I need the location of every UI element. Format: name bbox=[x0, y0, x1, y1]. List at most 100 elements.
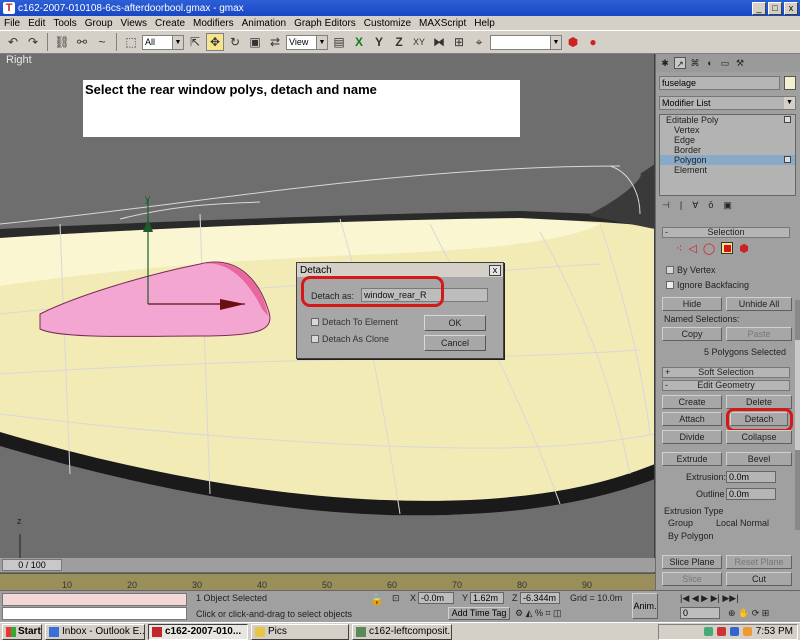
select-object-icon[interactable]: ⇱ bbox=[186, 33, 204, 51]
menu-graph-editors[interactable]: Graph Editors bbox=[290, 18, 360, 29]
unhide-all-button[interactable]: Unhide All bbox=[726, 297, 792, 311]
object-color-swatch[interactable] bbox=[784, 76, 796, 90]
cancel-button[interactable]: Cancel bbox=[424, 335, 486, 351]
snap-icon[interactable]: ⌖ bbox=[470, 33, 488, 51]
tray-antivirus-icon[interactable] bbox=[716, 627, 726, 636]
menu-maxscript[interactable]: MAXScript bbox=[415, 18, 470, 29]
detach-as-clone-checkbox[interactable]: Detach As Clone bbox=[311, 334, 389, 344]
group-radio[interactable]: Group bbox=[668, 518, 693, 528]
minimize-button[interactable]: _ bbox=[752, 1, 766, 15]
scrollbar-thumb[interactable] bbox=[795, 340, 800, 450]
named-selection-dropdown[interactable]: ▼ bbox=[490, 34, 562, 50]
extrusion-spinner[interactable]: 0.0m bbox=[726, 471, 776, 483]
stack-item-vertex[interactable]: Vertex bbox=[660, 125, 795, 135]
select-rotate-icon[interactable]: ↻ bbox=[226, 33, 244, 51]
collapse-button[interactable]: Collapse bbox=[726, 430, 792, 444]
detach-to-element-checkbox[interactable]: Detach To Element bbox=[311, 317, 398, 327]
restrict-y-icon[interactable]: Y bbox=[370, 33, 388, 51]
stack-item-border[interactable]: Border bbox=[660, 145, 795, 155]
stack-item-element[interactable]: Element bbox=[660, 165, 795, 175]
stack-item-edge[interactable]: Edge bbox=[660, 135, 795, 145]
viewport-label[interactable]: Right bbox=[6, 54, 32, 66]
extrude-button[interactable]: Extrude bbox=[662, 452, 722, 466]
tray-clock[interactable]: 7:53 PM bbox=[756, 626, 793, 637]
task-gmax[interactable]: c162-2007-010... bbox=[148, 623, 248, 640]
slice-plane-button[interactable]: Slice Plane bbox=[662, 555, 722, 569]
time-slider[interactable]: 0 / 100 bbox=[0, 558, 655, 572]
close-icon[interactable]: x bbox=[489, 264, 501, 276]
add-time-tag-button[interactable]: Add Time Tag bbox=[448, 607, 510, 620]
vertex-level-icon[interactable]: ⁖ bbox=[676, 242, 682, 255]
snap-toggle-icons[interactable]: ⚙ ◭ % ⌗ ◫ bbox=[515, 608, 562, 619]
menu-group[interactable]: Group bbox=[81, 18, 117, 29]
make-unique-icon[interactable]: ∀ bbox=[692, 200, 698, 212]
hide-button[interactable]: Hide bbox=[662, 297, 722, 311]
material-editor-icon[interactable]: ⬢ bbox=[564, 33, 582, 51]
undo-icon[interactable]: ↶ bbox=[4, 33, 22, 51]
polygon-level-icon[interactable] bbox=[721, 242, 734, 254]
tray-volume-icon[interactable] bbox=[729, 627, 739, 636]
select-move-icon[interactable]: ✥ bbox=[206, 33, 224, 51]
select-region-icon[interactable]: ⬚ bbox=[122, 33, 140, 51]
show-end-result-icon[interactable]: | bbox=[680, 200, 682, 212]
menu-create[interactable]: Create bbox=[151, 18, 189, 29]
outline-spinner[interactable]: 0.0m bbox=[726, 488, 776, 500]
absolute-mode-icon[interactable]: ⊡ bbox=[392, 593, 400, 604]
tray-messenger-icon[interactable] bbox=[742, 627, 752, 636]
pin-stack-icon[interactable]: ⊣ bbox=[662, 200, 670, 212]
hierarchy-tab-icon[interactable]: ⌘ bbox=[689, 57, 701, 69]
create-button[interactable]: Create bbox=[662, 395, 722, 409]
menu-modifiers[interactable]: Modifiers bbox=[189, 18, 238, 29]
task-outlook[interactable]: Inbox - Outlook E... bbox=[45, 623, 145, 640]
redo-icon[interactable]: ↷ bbox=[24, 33, 42, 51]
element-level-icon[interactable]: ⬢ bbox=[739, 242, 749, 255]
edge-level-icon[interactable]: ◁ bbox=[688, 242, 696, 255]
animate-button[interactable]: Anim. bbox=[632, 593, 658, 619]
by-polygon-radio[interactable]: By Polygon bbox=[668, 531, 714, 541]
select-scale-icon[interactable]: ▣ bbox=[246, 33, 264, 51]
viewport-nav-icons[interactable]: ⊕ ✋ ⟳ ⊞ bbox=[728, 608, 769, 619]
motion-tab-icon[interactable]: ◐ bbox=[704, 57, 716, 69]
stack-item-editable-poly[interactable]: Editable Poly bbox=[660, 115, 795, 125]
copy-button[interactable]: Copy bbox=[662, 327, 722, 341]
select-manipulate-icon[interactable]: ⇄ bbox=[266, 33, 284, 51]
menu-file[interactable]: File bbox=[0, 18, 24, 29]
by-vertex-checkbox[interactable]: By Vertex bbox=[666, 265, 716, 275]
paste-button[interactable]: Paste bbox=[726, 327, 792, 341]
selection-rollout-title[interactable]: - Selection bbox=[662, 227, 790, 238]
maximize-button[interactable]: □ bbox=[768, 1, 782, 15]
modifier-list-dropdown[interactable]: Modifier List ▼ bbox=[659, 96, 796, 110]
attach-button[interactable]: Attach bbox=[662, 412, 722, 426]
display-tab-icon[interactable]: ▭ bbox=[719, 57, 731, 69]
selection-filter-dropdown[interactable]: All ▼ bbox=[142, 34, 184, 50]
maxscript-listener-pink[interactable] bbox=[2, 593, 187, 606]
maxscript-listener-white[interactable] bbox=[2, 607, 187, 620]
current-frame-field[interactable]: 0 bbox=[680, 607, 720, 619]
remove-modifier-icon[interactable]: ō bbox=[708, 200, 713, 212]
create-tab-icon[interactable]: ✱ bbox=[659, 57, 671, 69]
menu-help[interactable]: Help bbox=[470, 18, 499, 29]
start-button[interactable]: Start bbox=[2, 623, 42, 640]
menu-customize[interactable]: Customize bbox=[360, 18, 415, 29]
reset-plane-button[interactable]: Reset Plane bbox=[726, 555, 792, 569]
modify-tab-icon[interactable]: ↗ bbox=[674, 57, 686, 69]
ignore-backfacing-checkbox[interactable]: Ignore Backfacing bbox=[666, 280, 749, 290]
task-leftcomposite[interactable]: c162-leftcomposit... bbox=[352, 623, 452, 640]
menu-tools[interactable]: Tools bbox=[49, 18, 80, 29]
menu-animation[interactable]: Animation bbox=[238, 18, 290, 29]
unlink-icon[interactable]: ⚯ bbox=[73, 33, 91, 51]
pivot-center-icon[interactable]: ▤ bbox=[330, 33, 348, 51]
edit-geometry-rollout-title[interactable]: - Edit Geometry bbox=[662, 380, 790, 391]
gmax-app-icon[interactable]: T bbox=[3, 2, 15, 14]
align-icon[interactable]: ⊞ bbox=[450, 33, 468, 51]
bind-space-warp-icon[interactable]: ~ bbox=[93, 33, 111, 51]
configure-modifier-sets-icon[interactable]: ▣ bbox=[723, 200, 732, 212]
playback-controls[interactable]: |◀ ◀ ▶ ▶| ▶▶| bbox=[680, 593, 739, 604]
track-bar[interactable]: 10 20 30 40 50 60 70 80 90 bbox=[0, 573, 655, 590]
restrict-xy-icon[interactable]: XY bbox=[410, 33, 428, 51]
bevel-button[interactable]: Bevel bbox=[726, 452, 792, 466]
soft-selection-rollout-title[interactable]: + Soft Selection bbox=[662, 367, 790, 378]
divide-button[interactable]: Divide bbox=[662, 430, 722, 444]
utilities-tab-icon[interactable]: ⚒ bbox=[734, 57, 746, 69]
task-pics[interactable]: Pics bbox=[251, 623, 349, 640]
